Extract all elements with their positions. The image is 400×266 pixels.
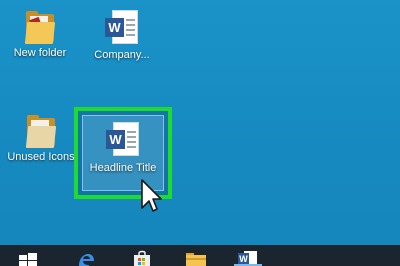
folder-icon bbox=[186, 253, 206, 266]
taskbar-file-explorer[interactable] bbox=[176, 245, 216, 266]
desktop-icon-unused-icons[interactable]: Unused Icons bbox=[0, 114, 82, 164]
desktop-icon-new-folder[interactable]: New folder bbox=[2, 10, 78, 60]
start-button[interactable] bbox=[8, 245, 48, 266]
taskbar: W bbox=[0, 245, 400, 266]
windows-logo-icon bbox=[19, 253, 37, 266]
store-bag-icon bbox=[134, 250, 150, 266]
folder-icon bbox=[24, 10, 56, 44]
desktop-icon-label: New folder bbox=[13, 47, 67, 59]
folder-icon bbox=[25, 114, 57, 148]
desktop: New folder W Company... Unused Icons W H… bbox=[0, 0, 400, 266]
edge-browser-icon bbox=[79, 254, 94, 266]
desktop-icon-label: Headline Title bbox=[89, 162, 157, 174]
svg-text:W: W bbox=[239, 254, 248, 264]
word-icon: W bbox=[238, 251, 257, 265]
taskbar-store[interactable] bbox=[122, 245, 162, 266]
word-document-icon: W bbox=[105, 10, 139, 46]
desktop-icon-company[interactable]: W Company... bbox=[84, 10, 160, 62]
taskbar-word[interactable]: W bbox=[228, 245, 268, 266]
taskbar-edge[interactable] bbox=[66, 245, 106, 266]
desktop-icon-label: Company... bbox=[94, 49, 150, 61]
word-document-icon: W bbox=[106, 122, 140, 158]
desktop-icon-label: Unused Icons bbox=[7, 151, 75, 163]
mouse-cursor-icon bbox=[141, 179, 162, 212]
